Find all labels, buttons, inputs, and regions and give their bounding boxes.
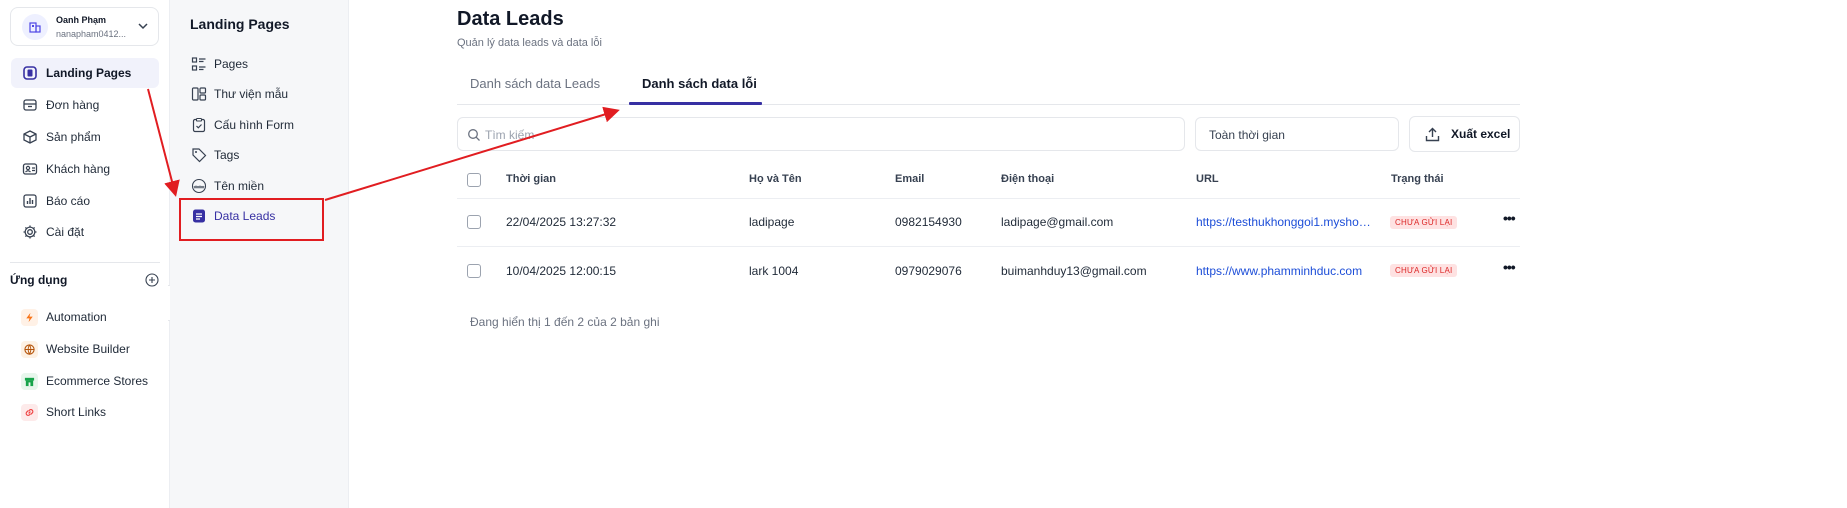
cell-phone: buimanhduy13@gmail.com <box>1001 264 1147 278</box>
account-email: nanapham0412... <box>56 29 127 39</box>
gear-icon <box>20 222 40 242</box>
cell-email: 0979029076 <box>895 264 962 278</box>
pagination-summary: Đang hiển thị 1 đến 2 của 2 bản ghi <box>470 315 660 329</box>
sidebar-item-label: Cài đặt <box>46 225 85 239</box>
search-input[interactable] <box>485 126 1165 144</box>
building-icon <box>22 14 48 40</box>
active-tab-indicator <box>629 102 762 105</box>
app-item-website-builder[interactable]: Website Builder <box>21 339 130 359</box>
chevron-down-icon <box>138 23 148 30</box>
sidebar-item-landing-pages[interactable]: Landing Pages <box>11 58 159 88</box>
subpanel-item-label: Pages <box>214 57 249 71</box>
column-header-email[interactable]: Email <box>895 173 924 185</box>
sidebar-item-label: Khách hàng <box>46 162 111 176</box>
search-icon <box>468 129 480 141</box>
subpanel-item-label: Tags <box>214 148 240 162</box>
cell-url-link[interactable]: https://testhukhonggoi1.myshop.vn <box>1196 215 1371 229</box>
row-checkbox[interactable] <box>467 215 481 229</box>
date-range-select[interactable]: Toàn thời gian <box>1195 117 1399 151</box>
subpanel-item-form-config[interactable]: Cấu hình Form <box>190 115 294 135</box>
report-chart-icon <box>20 191 40 211</box>
subpanel-item-domains[interactable]: Tên miền <box>190 176 264 196</box>
product-box-icon <box>20 127 40 147</box>
sidebar-item-reports[interactable]: Báo cáo <box>11 186 159 216</box>
subpanel-item-template-library[interactable]: Thư viện mẫu <box>190 84 288 104</box>
tab-data-leads[interactable]: Danh sách data Leads <box>470 76 600 91</box>
main-content: Data Leads Quản lý data leads và data lỗ… <box>349 0 1847 508</box>
cell-time: 22/04/2025 13:27:32 <box>506 215 617 229</box>
customer-card-icon <box>20 159 40 179</box>
app-item-label: Website Builder <box>46 342 130 356</box>
sidebar-item-settings[interactable]: Cài đặt <box>11 217 159 247</box>
sidebar-item-products[interactable]: Sản phẩm <box>11 122 159 152</box>
subpanel-item-label: Cấu hình Form <box>214 118 295 132</box>
tab-data-errors[interactable]: Danh sách data lỗi <box>642 76 757 91</box>
sidebar-item-label: Sản phẩm <box>46 130 101 144</box>
app-item-short-links[interactable]: Short Links <box>21 402 106 422</box>
cell-name: ladipage <box>749 215 795 229</box>
row-divider <box>457 246 1520 247</box>
sidebar-item-label: Báo cáo <box>46 194 91 208</box>
column-header-time[interactable]: Thời gian <box>506 173 556 185</box>
apps-section-title: Ứng dụng <box>10 273 68 287</box>
cell-name: lark 1004 <box>749 264 799 278</box>
sidebar-item-customers[interactable]: Khách hàng <box>11 154 159 184</box>
account-name: Oanh Phạm <box>56 15 107 25</box>
row-more-menu-icon[interactable]: ••• <box>1503 210 1516 226</box>
status-badge: CHƯA GỬI LẠI <box>1390 264 1458 277</box>
subpanel-item-tags[interactable]: Tags <box>190 145 239 165</box>
cell-phone: ladipage@gmail.com <box>1001 215 1114 229</box>
subpanel-item-label: Thư viện mẫu <box>214 87 289 101</box>
search-box[interactable] <box>457 117 1185 151</box>
subpanel-item-label: Tên miền <box>214 179 265 193</box>
export-excel-label: Xuất excel <box>1451 127 1511 141</box>
lightning-icon <box>21 308 38 326</box>
column-header-phone[interactable]: Điện thoại <box>1001 173 1054 185</box>
globe-icon <box>21 340 38 358</box>
upload-icon <box>1425 127 1440 141</box>
sidebar-item-label: Landing Pages <box>46 66 132 80</box>
tag-icon <box>190 147 207 164</box>
tabs-divider <box>457 104 1520 105</box>
main-sidebar: Oanh Phạm nanapham0412... Landing Pages … <box>0 0 170 508</box>
cell-email: 0982154930 <box>895 215 962 229</box>
app-item-label: Automation <box>46 310 107 324</box>
add-circle-icon[interactable] <box>145 273 159 287</box>
template-library-icon <box>190 86 207 103</box>
select-all-checkbox[interactable] <box>467 173 481 187</box>
row-divider <box>457 198 1520 199</box>
column-header-url[interactable]: URL <box>1196 173 1219 185</box>
landing-pages-icon <box>20 63 40 83</box>
column-header-status[interactable]: Trạng thái <box>1391 173 1444 185</box>
page-title: Data Leads <box>457 8 564 30</box>
row-checkbox[interactable] <box>467 264 481 278</box>
link-icon <box>21 403 38 421</box>
column-header-name[interactable]: Họ và Tên <box>749 173 802 185</box>
app-item-automation[interactable]: Automation <box>21 307 107 327</box>
pages-list-icon <box>190 56 207 73</box>
cell-url-link[interactable]: https://www.phamminhduc.com <box>1196 264 1371 278</box>
app-item-ecommerce-stores[interactable]: Ecommerce Stores <box>21 371 148 391</box>
form-clipboard-icon <box>190 117 207 134</box>
orders-icon <box>20 95 40 115</box>
status-badge: CHƯA GỬI LẠI <box>1390 216 1458 229</box>
app-item-label: Ecommerce Stores <box>46 374 149 388</box>
store-icon <box>21 372 38 390</box>
app-root: Oanh Phạm nanapham0412... Landing Pages … <box>0 0 1847 508</box>
subpanel-title: Landing Pages <box>190 16 290 32</box>
www-domain-icon <box>190 178 207 195</box>
sidebar-divider <box>10 262 160 263</box>
app-item-label: Short Links <box>46 405 107 419</box>
sidebar-item-label: Đơn hàng <box>46 98 100 112</box>
export-excel-button[interactable]: Xuất excel <box>1409 116 1520 152</box>
annotation-highlight-box <box>179 198 324 241</box>
cell-time: 10/04/2025 12:00:15 <box>506 264 617 278</box>
landing-pages-subpanel: Landing Pages Pages Thư viện mẫu Cấu hìn… <box>170 0 349 508</box>
subpanel-item-pages[interactable]: Pages <box>190 54 248 74</box>
page-subtitle: Quản lý data leads và data lỗi <box>457 37 602 49</box>
sidebar-item-orders[interactable]: Đơn hàng <box>11 90 159 120</box>
row-more-menu-icon[interactable]: ••• <box>1503 259 1516 275</box>
account-switcher[interactable]: Oanh Phạm nanapham0412... <box>10 7 159 46</box>
